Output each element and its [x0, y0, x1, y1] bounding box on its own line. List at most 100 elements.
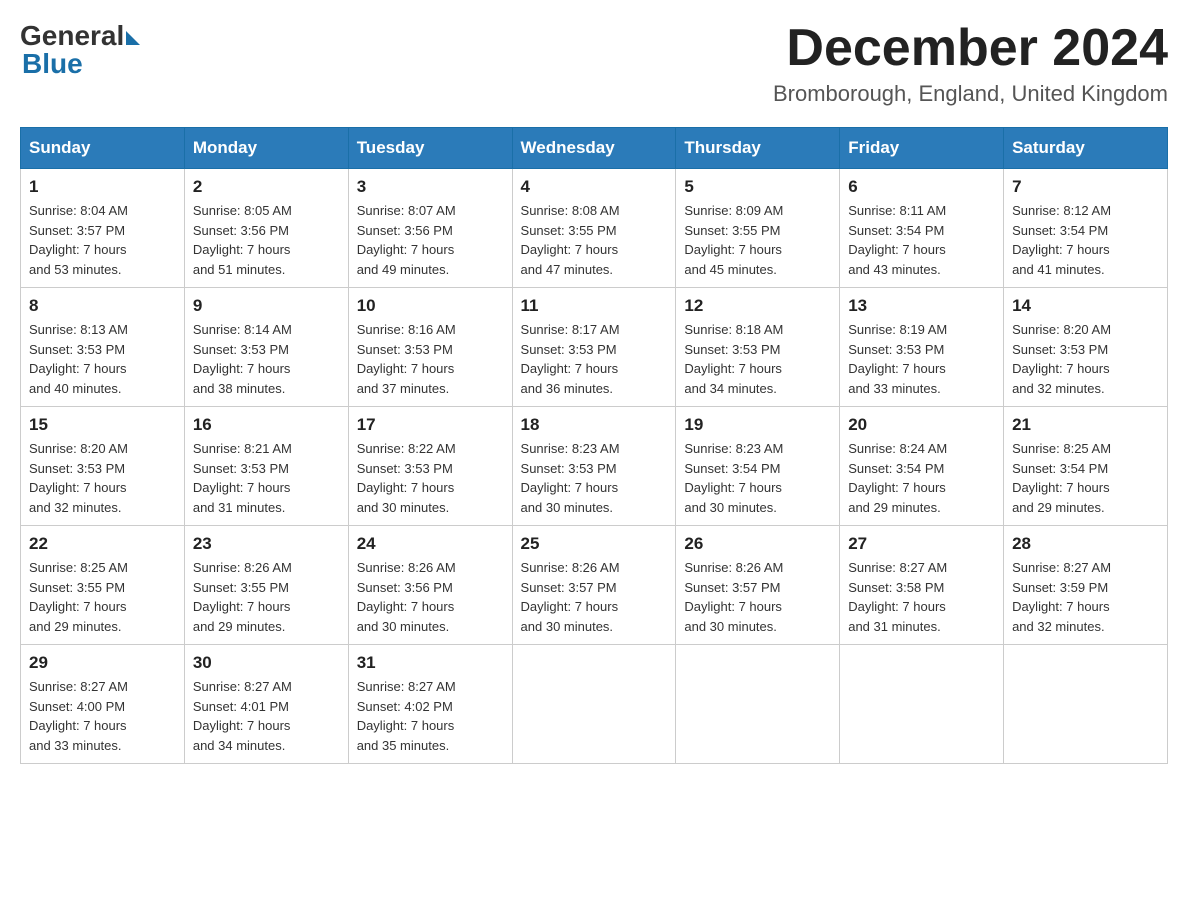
day-info: Sunrise: 8:27 AMSunset: 4:01 PMDaylight:… — [193, 677, 340, 755]
day-number: 31 — [357, 653, 504, 673]
day-info: Sunrise: 8:22 AMSunset: 3:53 PMDaylight:… — [357, 439, 504, 517]
day-cell: 25 Sunrise: 8:26 AMSunset: 3:57 PMDayligh… — [512, 526, 676, 645]
day-number: 16 — [193, 415, 340, 435]
day-number: 4 — [521, 177, 668, 197]
day-info: Sunrise: 8:20 AMSunset: 3:53 PMDaylight:… — [1012, 320, 1159, 398]
day-cell: 24Sunrise: 8:26 AMSunset: 3:56 PMDayligh… — [348, 526, 512, 645]
day-cell: 8 Sunrise: 8:13 AMSunset: 3:53 PMDaylight… — [21, 288, 185, 407]
day-info: Sunrise: 8:27 AMSunset: 3:58 PMDaylight:… — [848, 558, 995, 636]
header-cell-saturday: Saturday — [1004, 128, 1168, 169]
day-cell: 27 Sunrise: 8:27 AMSunset: 3:58 PMDayligh… — [840, 526, 1004, 645]
day-info: Sunrise: 8:09 AMSunset: 3:55 PMDaylight:… — [684, 201, 831, 279]
day-info: Sunrise: 8:27 AMSunset: 4:00 PMDaylight:… — [29, 677, 176, 755]
day-info: Sunrise: 8:26 AMSunset: 3:55 PMDaylight:… — [193, 558, 340, 636]
day-cell: 18 Sunrise: 8:23 AMSunset: 3:53 PMDayligh… — [512, 407, 676, 526]
logo: General Blue — [20, 20, 140, 80]
day-number: 12 — [684, 296, 831, 316]
day-cell: 15Sunrise: 8:20 AMSunset: 3:53 PMDayligh… — [21, 407, 185, 526]
day-info: Sunrise: 8:25 AMSunset: 3:55 PMDaylight:… — [29, 558, 176, 636]
day-number: 17 — [357, 415, 504, 435]
day-number: 27 — [848, 534, 995, 554]
day-cell: 16 Sunrise: 8:21 AMSunset: 3:53 PMDayligh… — [184, 407, 348, 526]
day-number: 14 — [1012, 296, 1159, 316]
week-row-2: 8 Sunrise: 8:13 AMSunset: 3:53 PMDaylight… — [21, 288, 1168, 407]
day-cell: 6 Sunrise: 8:11 AMSunset: 3:54 PMDaylight… — [840, 169, 1004, 288]
day-cell: 3Sunrise: 8:07 AMSunset: 3:56 PMDaylight… — [348, 169, 512, 288]
day-info: Sunrise: 8:19 AMSunset: 3:53 PMDaylight:… — [848, 320, 995, 398]
day-number: 23 — [193, 534, 340, 554]
logo-blue: Blue — [20, 48, 83, 80]
day-info: Sunrise: 8:18 AMSunset: 3:53 PMDaylight:… — [684, 320, 831, 398]
week-row-4: 22 Sunrise: 8:25 AMSunset: 3:55 PMDayligh… — [21, 526, 1168, 645]
day-number: 25 — [521, 534, 668, 554]
day-number: 24 — [357, 534, 504, 554]
day-info: Sunrise: 8:17 AMSunset: 3:53 PMDaylight:… — [521, 320, 668, 398]
day-number: 19 — [684, 415, 831, 435]
day-number: 29 — [29, 653, 176, 673]
day-number: 13 — [848, 296, 995, 316]
day-info: Sunrise: 8:25 AMSunset: 3:54 PMDaylight:… — [1012, 439, 1159, 517]
day-cell: 11 Sunrise: 8:17 AMSunset: 3:53 PMDayligh… — [512, 288, 676, 407]
day-cell: 7Sunrise: 8:12 AMSunset: 3:54 PMDaylight… — [1004, 169, 1168, 288]
day-cell: 30 Sunrise: 8:27 AMSunset: 4:01 PMDayligh… — [184, 645, 348, 764]
day-number: 20 — [848, 415, 995, 435]
week-row-1: 1Sunrise: 8:04 AMSunset: 3:57 PMDaylight… — [21, 169, 1168, 288]
day-cell — [840, 645, 1004, 764]
day-number: 5 — [684, 177, 831, 197]
day-info: Sunrise: 8:14 AMSunset: 3:53 PMDaylight:… — [193, 320, 340, 398]
day-number: 6 — [848, 177, 995, 197]
day-number: 3 — [357, 177, 504, 197]
day-cell: 9 Sunrise: 8:14 AMSunset: 3:53 PMDaylight… — [184, 288, 348, 407]
day-info: Sunrise: 8:27 AMSunset: 4:02 PMDaylight:… — [357, 677, 504, 755]
day-cell: 20 Sunrise: 8:24 AMSunset: 3:54 PMDayligh… — [840, 407, 1004, 526]
week-row-5: 29 Sunrise: 8:27 AMSunset: 4:00 PMDayligh… — [21, 645, 1168, 764]
header-row: SundayMondayTuesdayWednesdayThursdayFrid… — [21, 128, 1168, 169]
day-number: 22 — [29, 534, 176, 554]
day-info: Sunrise: 8:26 AMSunset: 3:57 PMDaylight:… — [521, 558, 668, 636]
day-number: 8 — [29, 296, 176, 316]
day-cell: 21 Sunrise: 8:25 AMSunset: 3:54 PMDayligh… — [1004, 407, 1168, 526]
header-cell-sunday: Sunday — [21, 128, 185, 169]
header-cell-monday: Monday — [184, 128, 348, 169]
month-title: December 2024 — [773, 20, 1168, 77]
day-info: Sunrise: 8:13 AMSunset: 3:53 PMDaylight:… — [29, 320, 176, 398]
day-info: Sunrise: 8:11 AMSunset: 3:54 PMDaylight:… — [848, 201, 995, 279]
day-cell: 5 Sunrise: 8:09 AMSunset: 3:55 PMDaylight… — [676, 169, 840, 288]
location-title: Bromborough, England, United Kingdom — [773, 81, 1168, 107]
day-cell — [676, 645, 840, 764]
day-number: 30 — [193, 653, 340, 673]
day-cell: 10 Sunrise: 8:16 AMSunset: 3:53 PMDayligh… — [348, 288, 512, 407]
day-number: 11 — [521, 296, 668, 316]
day-cell: 31 Sunrise: 8:27 AMSunset: 4:02 PMDayligh… — [348, 645, 512, 764]
day-number: 1 — [29, 177, 176, 197]
calendar-body: 1Sunrise: 8:04 AMSunset: 3:57 PMDaylight… — [21, 169, 1168, 764]
logo-arrow-icon — [126, 31, 140, 45]
title-section: December 2024 Bromborough, England, Unit… — [773, 20, 1168, 107]
header-cell-thursday: Thursday — [676, 128, 840, 169]
day-number: 21 — [1012, 415, 1159, 435]
day-cell: 26Sunrise: 8:26 AMSunset: 3:57 PMDayligh… — [676, 526, 840, 645]
header-cell-tuesday: Tuesday — [348, 128, 512, 169]
day-info: Sunrise: 8:24 AMSunset: 3:54 PMDaylight:… — [848, 439, 995, 517]
day-info: Sunrise: 8:26 AMSunset: 3:57 PMDaylight:… — [684, 558, 831, 636]
day-cell: 14 Sunrise: 8:20 AMSunset: 3:53 PMDayligh… — [1004, 288, 1168, 407]
day-number: 10 — [357, 296, 504, 316]
day-cell: 22 Sunrise: 8:25 AMSunset: 3:55 PMDayligh… — [21, 526, 185, 645]
day-info: Sunrise: 8:23 AMSunset: 3:54 PMDaylight:… — [684, 439, 831, 517]
day-cell: 12 Sunrise: 8:18 AMSunset: 3:53 PMDayligh… — [676, 288, 840, 407]
week-row-3: 15Sunrise: 8:20 AMSunset: 3:53 PMDayligh… — [21, 407, 1168, 526]
day-cell: 1Sunrise: 8:04 AMSunset: 3:57 PMDaylight… — [21, 169, 185, 288]
calendar-header: SundayMondayTuesdayWednesdayThursdayFrid… — [21, 128, 1168, 169]
calendar-table: SundayMondayTuesdayWednesdayThursdayFrid… — [20, 127, 1168, 764]
day-info: Sunrise: 8:12 AMSunset: 3:54 PMDaylight:… — [1012, 201, 1159, 279]
day-number: 9 — [193, 296, 340, 316]
day-cell: 13 Sunrise: 8:19 AMSunset: 3:53 PMDayligh… — [840, 288, 1004, 407]
day-info: Sunrise: 8:27 AMSunset: 3:59 PMDaylight:… — [1012, 558, 1159, 636]
day-cell: 23 Sunrise: 8:26 AMSunset: 3:55 PMDayligh… — [184, 526, 348, 645]
header-cell-friday: Friday — [840, 128, 1004, 169]
day-number: 18 — [521, 415, 668, 435]
day-info: Sunrise: 8:23 AMSunset: 3:53 PMDaylight:… — [521, 439, 668, 517]
day-info: Sunrise: 8:16 AMSunset: 3:53 PMDaylight:… — [357, 320, 504, 398]
header-cell-wednesday: Wednesday — [512, 128, 676, 169]
day-info: Sunrise: 8:21 AMSunset: 3:53 PMDaylight:… — [193, 439, 340, 517]
